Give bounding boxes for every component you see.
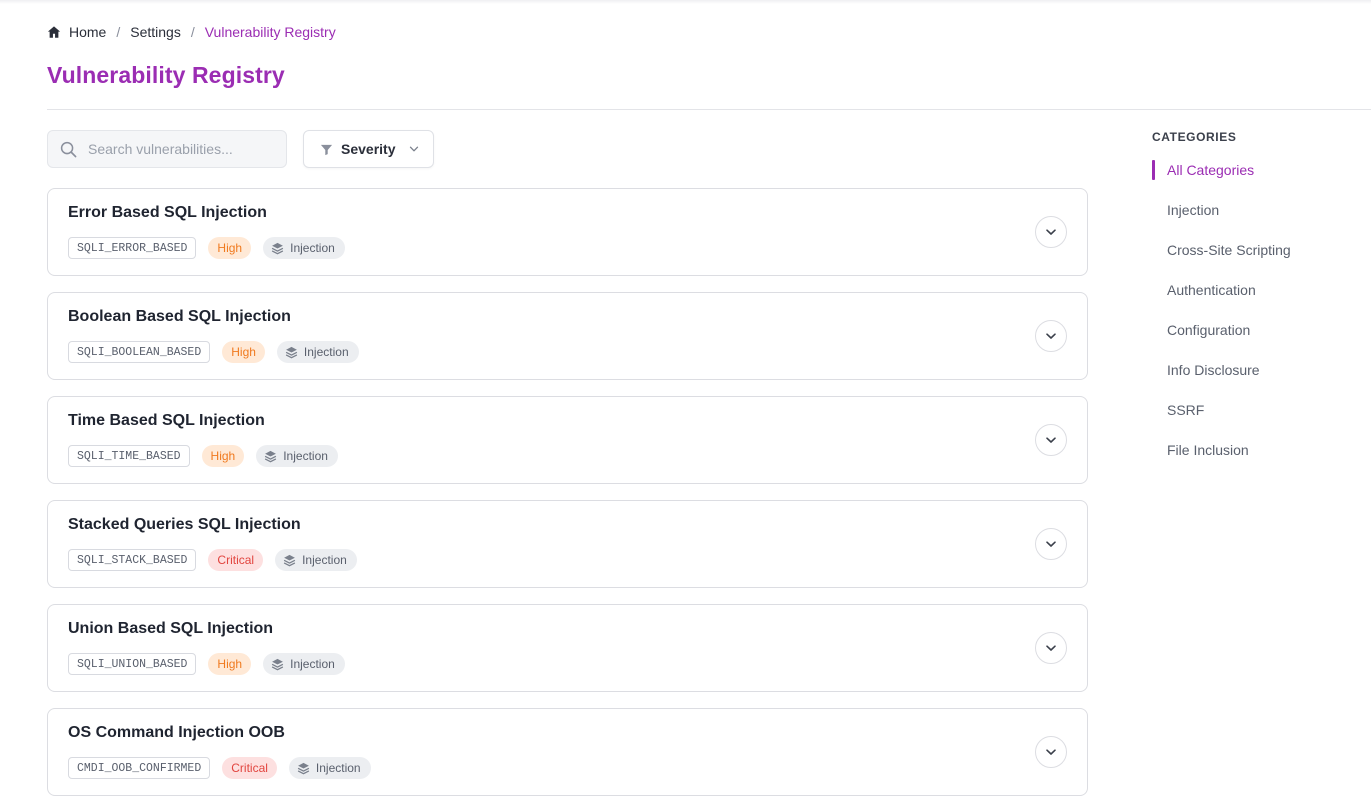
chevron-down-icon (1044, 225, 1058, 239)
chevron-down-icon (1044, 433, 1058, 447)
layers-icon (283, 554, 296, 567)
categories-list: All Categories Injection Cross-Site Script… (1152, 160, 1291, 480)
page-title: Vulnerability Registry (47, 62, 285, 88)
vulnerability-tags: SQLI_TIME_BASED High Injection (68, 445, 338, 467)
chevron-down-icon (1044, 745, 1058, 759)
category-badge: Injection (275, 549, 357, 571)
expand-button[interactable] (1035, 424, 1067, 456)
chevron-down-icon (1044, 537, 1058, 551)
vulnerability-tags: SQLI_ERROR_BASED High Injection (68, 237, 345, 259)
category-badge: Injection (276, 341, 359, 363)
search-input[interactable] (88, 141, 268, 157)
top-shadow (0, 0, 1371, 4)
expand-button[interactable] (1035, 216, 1067, 248)
category-label: Injection (290, 241, 335, 255)
vulnerability-tags: SQLI_BOOLEAN_BASED High Injection (68, 341, 359, 363)
vulnerability-code-tag: CMDI_OOB_CONFIRMED (68, 757, 211, 779)
category-label: Injection (290, 657, 335, 671)
sidebar-category-ssrf[interactable]: SSRF (1152, 400, 1291, 440)
layers-icon (285, 346, 298, 359)
severity-filter-label: Severity (341, 141, 396, 157)
chevron-down-icon (409, 144, 419, 154)
chevron-down-icon (1044, 641, 1058, 655)
search-icon (60, 141, 77, 158)
vulnerability-tags: SQLI_STACK_BASED Critical Injection (68, 549, 357, 571)
sidebar-category-all-categories[interactable]: All Categories (1152, 160, 1291, 200)
vulnerability-title: Union Based SQL Injection (68, 620, 274, 637)
vulnerability-title: Stacked Queries SQL Injection (68, 516, 301, 533)
vulnerability-tags: SQLI_UNION_BASED High Injection (68, 653, 345, 675)
severity-badge: High (208, 237, 252, 259)
category-label: Injection (315, 761, 361, 775)
category-label: Injection (302, 553, 347, 567)
sidebar-category-injection[interactable]: Injection (1152, 200, 1291, 240)
layers-icon (297, 762, 310, 775)
severity-badge: High (222, 341, 265, 363)
sidebar-category-file-inclusion[interactable]: File Inclusion (1152, 440, 1291, 480)
breadcrumb-separator: / (116, 24, 121, 40)
category-label: Injection (303, 345, 349, 359)
breadcrumb-separator: / (190, 24, 195, 40)
vulnerability-card[interactable]: Boolean Based SQL Injection SQLI_BOOLEAN… (47, 292, 1088, 380)
severity-badge: Critical (222, 757, 277, 779)
vulnerability-code-tag: SQLI_ERROR_BASED (68, 237, 197, 259)
vulnerability-card[interactable]: Union Based SQL Injection SQLI_UNION_BAS… (47, 604, 1088, 692)
breadcrumb-home[interactable]: Home (69, 24, 106, 40)
home-icon[interactable] (47, 25, 61, 39)
sidebar-category-authentication[interactable]: Authentication (1152, 280, 1291, 320)
vulnerability-title: Time Based SQL Injection (68, 412, 265, 429)
vulnerability-code-tag: SQLI_BOOLEAN_BASED (68, 341, 211, 363)
chevron-down-icon (1044, 329, 1058, 343)
category-badge: Injection (256, 445, 338, 467)
expand-button[interactable] (1035, 528, 1067, 560)
vulnerability-card[interactable]: Time Based SQL Injection SQLI_TIME_BASED… (47, 396, 1088, 484)
sidebar-category-configuration[interactable]: Configuration (1152, 320, 1291, 360)
layers-icon (271, 658, 284, 671)
expand-button[interactable] (1035, 632, 1067, 664)
layers-icon (271, 242, 284, 255)
severity-badge: Critical (208, 549, 264, 571)
vulnerability-card[interactable]: Error Based SQL Injection SQLI_ERROR_BAS… (47, 188, 1088, 276)
header-divider (47, 109, 1371, 110)
category-badge: Injection (263, 653, 345, 675)
filter-icon (320, 143, 333, 156)
vulnerability-code-tag: SQLI_STACK_BASED (68, 549, 197, 571)
category-badge: Injection (263, 237, 345, 259)
expand-button[interactable] (1035, 320, 1067, 352)
severity-badge: High (201, 445, 245, 467)
vulnerability-code-tag: SQLI_TIME_BASED (68, 445, 190, 467)
breadcrumb: Home / Settings / Vulnerability Registry (47, 22, 336, 42)
vulnerability-title: Boolean Based SQL Injection (68, 308, 291, 325)
category-label: Injection (283, 449, 328, 463)
search-box[interactable] (47, 130, 287, 168)
severity-badge: High (208, 653, 252, 675)
sidebar-category-info-disclosure[interactable]: Info Disclosure (1152, 360, 1291, 400)
vulnerability-title: OS Command Injection OOB (68, 724, 285, 741)
vulnerability-title: Error Based SQL Injection (68, 204, 267, 221)
vulnerability-list: Error Based SQL Injection SQLI_ERROR_BAS… (47, 188, 1088, 812)
sidebar-category-cross-site-scripting[interactable]: Cross-Site Scripting (1152, 240, 1291, 280)
vulnerability-card[interactable]: Stacked Queries SQL Injection SQLI_STACK… (47, 500, 1088, 588)
vulnerability-code-tag: SQLI_UNION_BASED (68, 653, 197, 675)
vulnerability-tags: CMDI_OOB_CONFIRMED Critical Injection (68, 757, 371, 779)
vulnerability-card[interactable]: OS Command Injection OOB CMDI_OOB_CONFIR… (47, 708, 1088, 796)
category-badge: Injection (288, 757, 371, 779)
layers-icon (264, 450, 277, 463)
breadcrumb-current: Vulnerability Registry (204, 24, 336, 40)
categories-heading: CATEGORIES (1152, 130, 1237, 144)
expand-button[interactable] (1035, 736, 1067, 768)
breadcrumb-settings[interactable]: Settings (130, 24, 181, 40)
severity-filter-button[interactable]: Severity (303, 130, 434, 168)
